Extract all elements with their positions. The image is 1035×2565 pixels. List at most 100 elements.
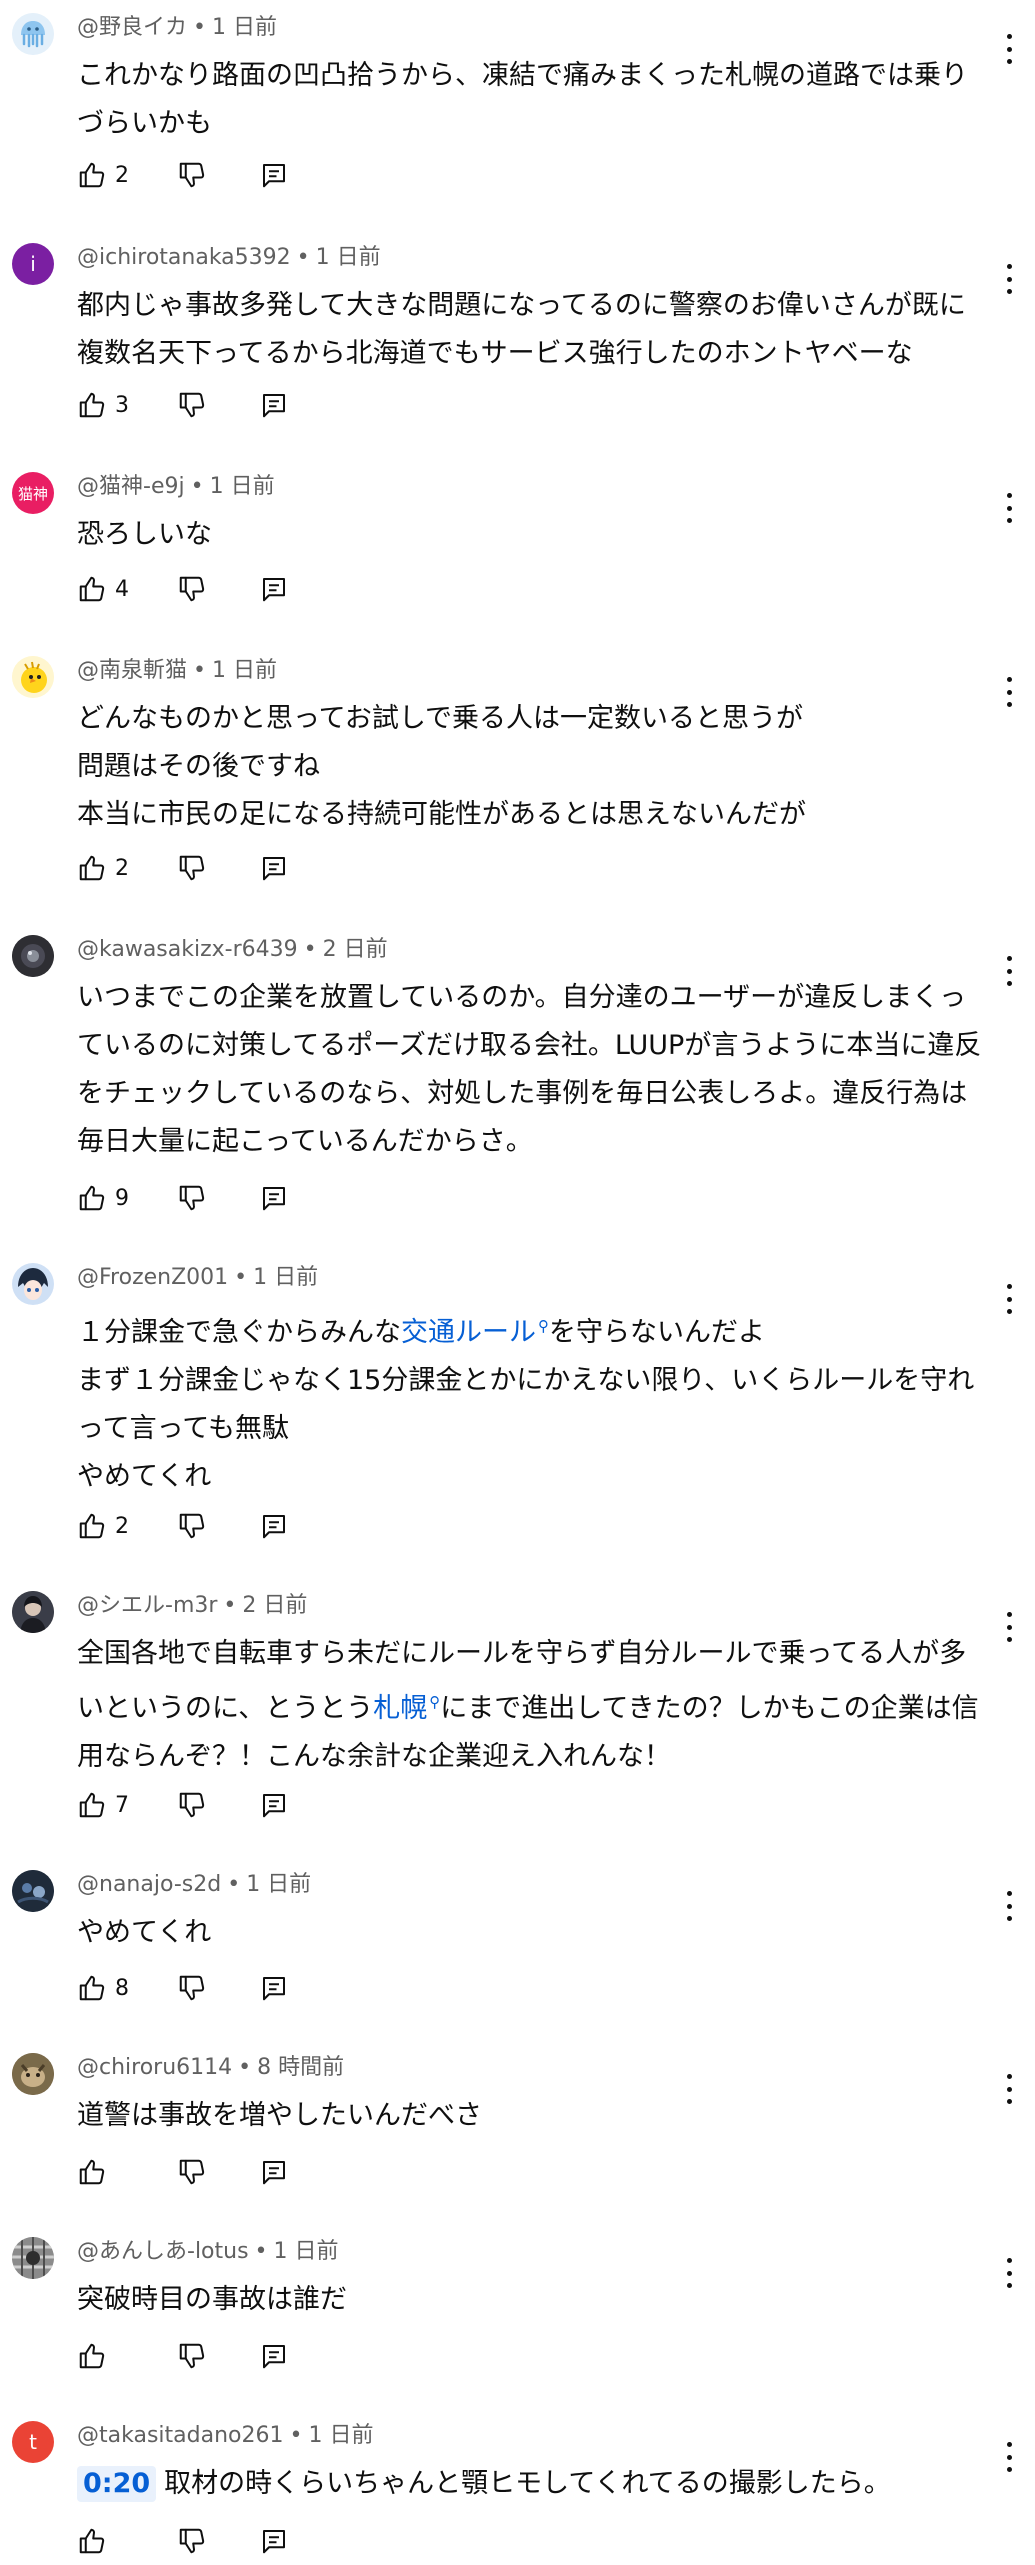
comment-time[interactable]: 1 日前 [212,658,277,683]
like-button[interactable]: 8 [77,1968,177,2008]
reply-icon [259,574,289,604]
dislike-button[interactable] [177,1785,259,1825]
comment-time[interactable]: 1 日前 [212,15,277,40]
comment-text: １分課金で急ぐからみんな [77,1317,401,1348]
comment-author[interactable]: @あんしあ-lotus [77,2239,249,2264]
more-options-button[interactable] [1002,2442,1016,2472]
comment-text: 用ならんぞ？！こんな余計な企業迎え入れんな！ [77,1741,671,1772]
comment-author[interactable]: @南泉斬猫 [77,658,187,683]
more-options-button[interactable] [1002,677,1016,707]
comment-body: 全国各地で自転車すら未だにルールを守らず自分ルールで乗ってる人が多 いというのに、… [77,1630,1002,1781]
comment-author[interactable]: @シエル-m3r [77,1593,217,1618]
dislike-button[interactable] [177,155,259,195]
more-options-button[interactable] [1002,2074,1016,2104]
like-count: 2 [115,162,129,188]
letter-avatar[interactable]: i [12,243,54,285]
comment-author[interactable]: @takasitadano261 [77,2423,283,2448]
reply-button[interactable] [259,1968,299,2008]
comment-author[interactable]: @野良イカ [77,15,187,40]
like-button[interactable]: 2 [77,1506,177,1546]
more-options-button[interactable] [1002,1612,1016,1642]
comment-author[interactable]: @kawasakizx-r6439 [77,937,298,962]
thumbs-up-icon [77,1511,107,1541]
comment-time[interactable]: 1 日前 [274,2239,339,2264]
comment-time[interactable]: 1 日前 [246,1872,311,1897]
reply-button[interactable] [259,155,299,195]
dislike-button[interactable] [177,1968,259,2008]
letter-avatar[interactable]: 猫神 [12,472,54,514]
more-options-button[interactable] [1002,493,1016,523]
timestamp-link[interactable]: 0:20 [77,2466,157,2502]
comment-author[interactable]: @ichirotanaka5392 [77,245,291,270]
comment-time[interactable]: 8 時間前 [257,2055,344,2080]
reply-button[interactable] [259,1506,299,1546]
reply-button[interactable] [259,2336,299,2376]
comment-text: どんなものかと思ってお試しで乗る人は一定数いると思うが [77,703,804,734]
comment-author[interactable]: @FrozenZ001 [77,1265,228,1290]
reply-button[interactable] [259,2521,299,2561]
comment-body: 都内じゃ事故多発して大きな問題になってるのに警察のお偉いさんが既に 複数名天下って… [77,282,1002,378]
more-options-button[interactable] [1002,34,1016,64]
more-options-button[interactable] [1002,1284,1016,1314]
reply-button[interactable] [259,385,299,425]
separator-dot: • [193,658,206,683]
comment-item: @nanajo-s2d • 1 日前 やめてくれ 8 [0,1865,1035,2012]
dislike-button[interactable] [177,1506,259,1546]
reply-button[interactable] [259,569,299,609]
reply-button[interactable] [259,1785,299,1825]
photo-avatar[interactable] [12,935,54,977]
comment-time[interactable]: 2 日前 [242,1593,307,1618]
like-button[interactable]: 9 [77,1178,177,1218]
like-button[interactable] [77,2336,177,2376]
comment-author[interactable]: @chiroru6114 [77,2055,232,2080]
comment-meta: @あんしあ-lotus • 1 日前 [77,2232,339,2272]
comment-time[interactable]: 1 日前 [316,245,381,270]
reply-button[interactable] [259,2152,299,2192]
letter-avatar[interactable]: t [12,2421,54,2463]
dislike-button[interactable] [177,385,259,425]
more-options-button[interactable] [1002,1891,1016,1921]
more-options-button[interactable] [1002,2258,1016,2288]
search-link[interactable]: 札幌 ⚲ [373,1693,440,1724]
comment-text-line: をチェックしているのなら、対処した事例を毎日公表しろよ。違反行為は [77,1070,1002,1118]
anime-avatar[interactable] [12,1263,54,1305]
dislike-button[interactable] [177,2521,259,2561]
jellyfish-avatar[interactable] [12,13,54,55]
portrait-avatar[interactable] [12,1591,54,1633]
pattern-avatar[interactable] [12,2237,54,2279]
search-link[interactable]: 交通ルール ⚲ [401,1317,549,1348]
dislike-button[interactable] [177,569,259,609]
comment-actions: 9 [77,1178,299,1218]
like-button[interactable] [77,2152,177,2192]
comment-author[interactable]: @nanajo-s2d [77,1872,221,1897]
more-dot [1006,2099,1012,2104]
like-button[interactable]: 2 [77,155,177,195]
comment-time[interactable]: 1 日前 [308,2423,373,2448]
comment-text: ているのに対策してるポーズだけ取る会社。LUUPが言うように本当に違反 [77,1030,982,1061]
comment-time[interactable]: 2 日前 [323,937,388,962]
comment-text-line: 都内じゃ事故多発して大きな問題になってるのに警察のお偉いさんが既に [77,282,1002,330]
chick-avatar[interactable] [12,656,54,698]
thumbs-up-icon [77,160,107,190]
more-options-button[interactable] [1002,956,1016,986]
comment-text: 取材の時くらいちゃんと顎ヒモしてくれてるの撮影したら。 [164,2468,891,2499]
comment-time[interactable]: 1 日前 [210,474,275,499]
reply-button[interactable] [259,848,299,888]
dislike-button[interactable] [177,2152,259,2192]
comment-time[interactable]: 1 日前 [253,1265,318,1290]
dislike-button[interactable] [177,848,259,888]
more-dot [1006,34,1012,39]
like-button[interactable] [77,2521,177,2561]
reply-button[interactable] [259,1178,299,1218]
comment-author[interactable]: @猫神-e9j [77,474,185,499]
dark-avatar[interactable] [12,1870,54,1912]
like-button[interactable]: 4 [77,569,177,609]
comment-text: 都内じゃ事故多発して大きな問題になってるのに警察のお偉いさんが既に [77,290,966,321]
more-options-button[interactable] [1002,264,1016,294]
like-button[interactable]: 7 [77,1785,177,1825]
like-button[interactable]: 2 [77,848,177,888]
dislike-button[interactable] [177,2336,259,2376]
dislike-button[interactable] [177,1178,259,1218]
animal-avatar[interactable] [12,2053,54,2095]
like-button[interactable]: 3 [77,385,177,425]
